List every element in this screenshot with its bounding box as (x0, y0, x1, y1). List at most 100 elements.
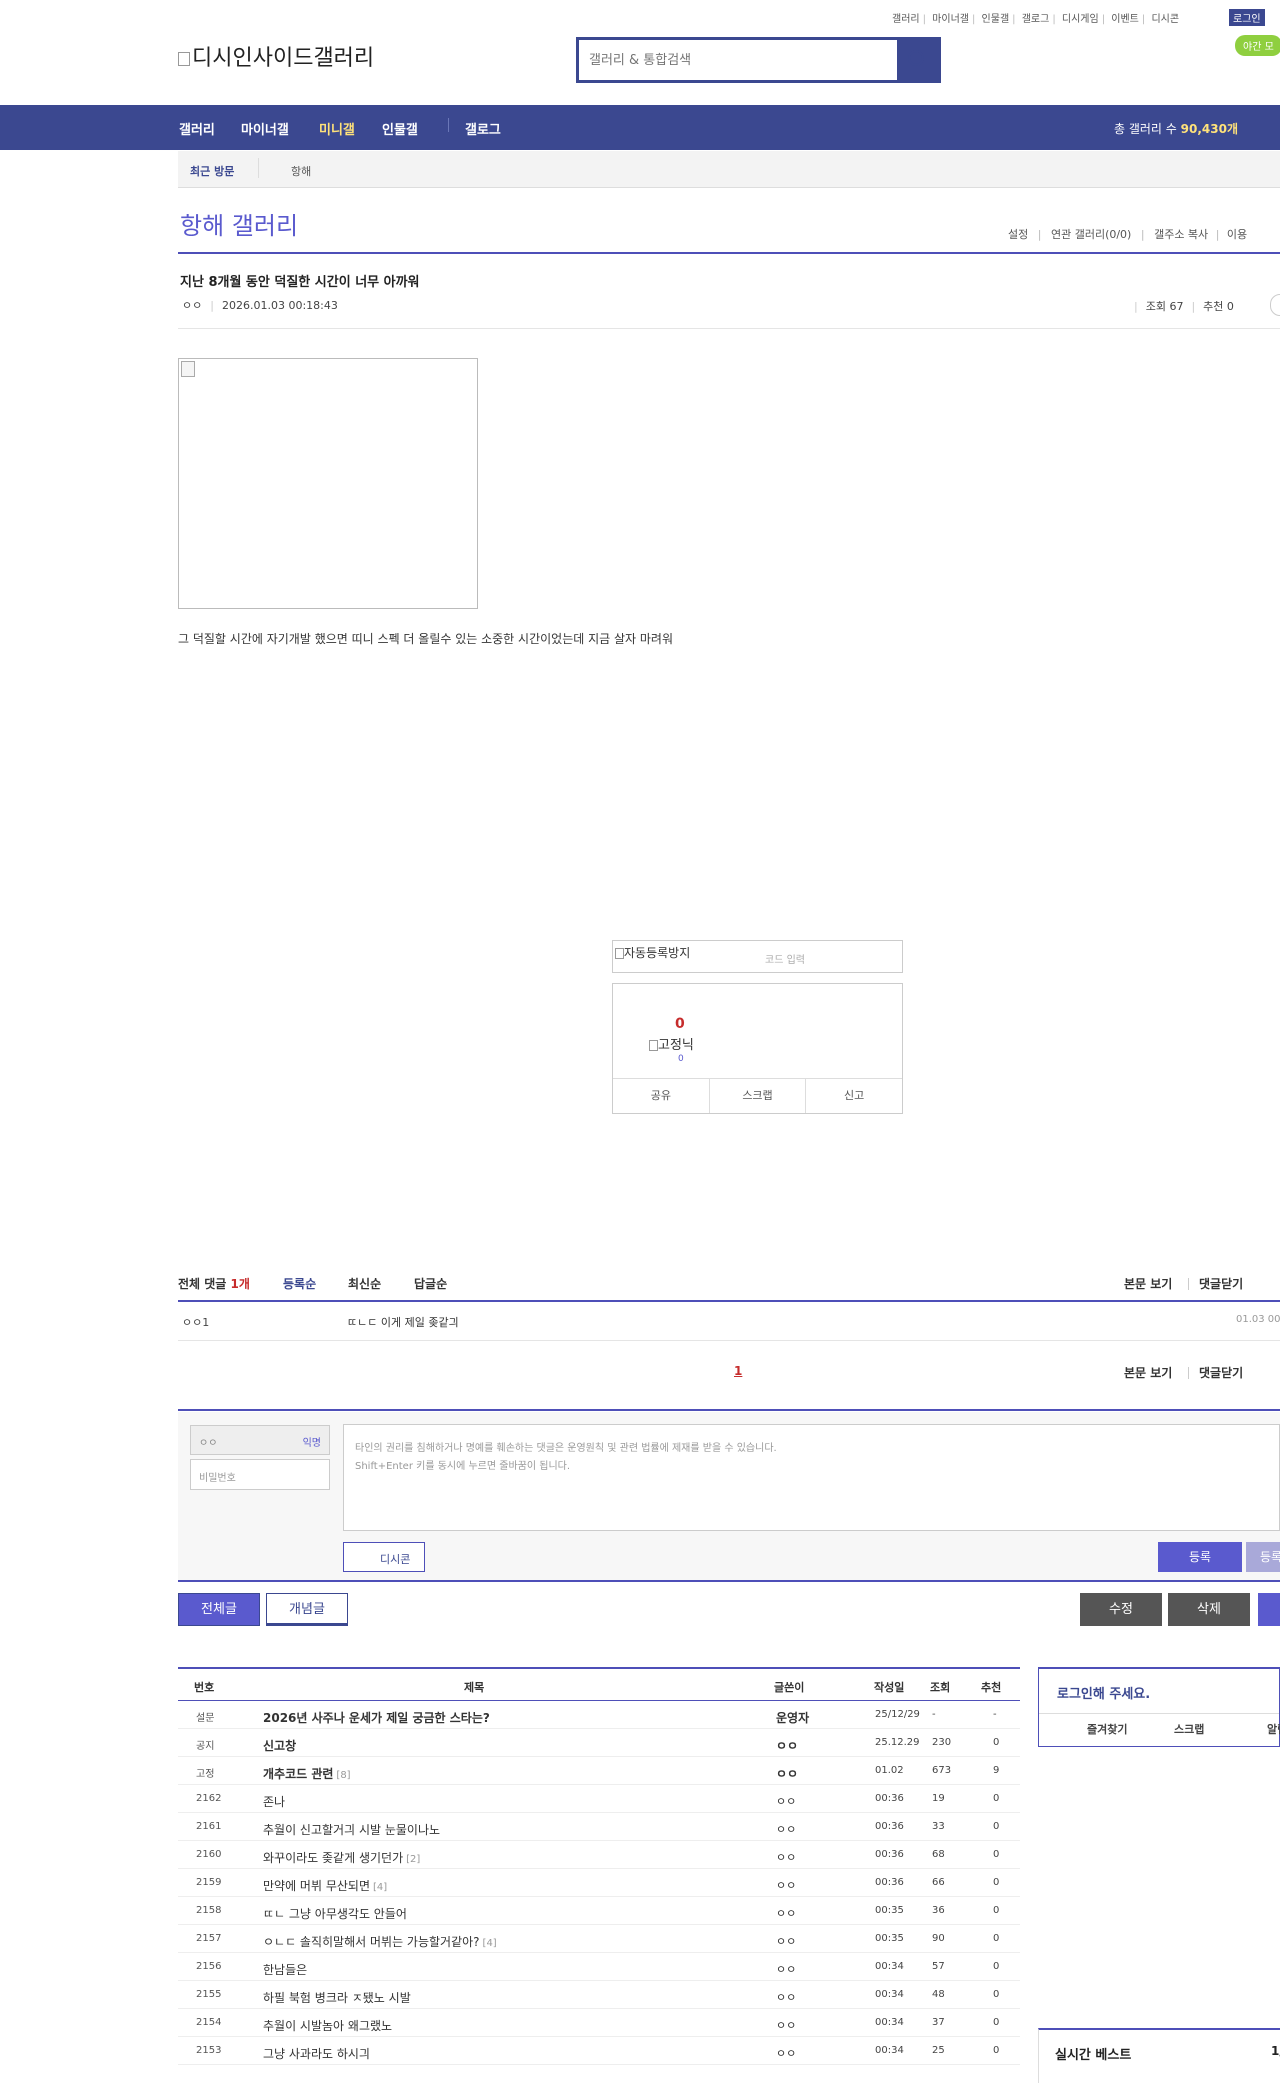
favorites-link[interactable]: 즐겨찾기 (1087, 1721, 1127, 1737)
table-row[interactable]: 공지 신고창 ㅇㅇ 25.12.29 230 0 (178, 1729, 1020, 1757)
table-row[interactable]: 2156 한남들은 ㅇㅇ 00:34 57 0 (178, 1953, 1020, 1981)
row-author[interactable]: ㅇㅇ (776, 2045, 796, 2061)
top-menu-gallog[interactable]: 갤로그 (1022, 14, 1050, 25)
row-title[interactable]: 개추코드 관련 [8] (263, 1765, 351, 1782)
nav-minor[interactable]: 마이너갤 (241, 119, 289, 138)
row-author[interactable]: ㅇㅇ (776, 2017, 796, 2033)
row-author[interactable]: ㅇㅇ (776, 1737, 798, 1754)
post-author[interactable]: ㅇㅇ (182, 299, 202, 312)
row-title-text: 신고창 (263, 1739, 297, 1753)
settings-link[interactable]: 설정 (1008, 228, 1028, 241)
row-author[interactable]: ㅇㅇ (776, 1961, 796, 1977)
row-title[interactable]: 그냥 사과라도 하시긔 (263, 2045, 373, 2062)
table-row[interactable]: 2158 ㄸㄴ 그냥 아무생각도 안들어 ㅇㅇ 00:35 36 0 (178, 1897, 1020, 1925)
row-author[interactable]: ㅇㅇ (776, 1905, 796, 1921)
nav-mini[interactable]: 미니갤 (319, 119, 355, 138)
comment-author[interactable]: ㅇㅇ1 (182, 1314, 209, 1330)
row-comment-count[interactable]: [4] (483, 1938, 497, 1949)
sort-registered[interactable]: 등록순 (283, 1275, 316, 1292)
write-button[interactable] (1258, 1593, 1280, 1626)
table-row[interactable]: 2155 하필 북험 병크라 ㅈ됐노 시발 ㅇㅇ 00:34 48 0 (178, 1981, 1020, 2009)
row-title[interactable]: 한남들은 (263, 1961, 310, 1978)
row-author[interactable]: 운영자 (776, 1709, 809, 1726)
row-title[interactable]: 추월이 시발놈아 왜그랬노 (263, 2017, 395, 2034)
comment-textarea[interactable]: 타인의 권리를 침해하거나 명예를 훼손하는 댓글은 운영원칙 및 관련 법률에… (343, 1424, 1280, 1531)
table-row[interactable]: 고정 개추코드 관련 [8] ㅇㅇ 01.02 673 9 (178, 1757, 1020, 1785)
view-body-link[interactable]: 본문 보기 (1124, 1275, 1172, 1292)
row-title[interactable]: 와꾸이라도 좆같게 생기던가 [2] (263, 1849, 420, 1866)
row-author[interactable]: ㅇㅇ (776, 1877, 796, 1893)
sort-replies[interactable]: 답글순 (414, 1275, 447, 1292)
row-author[interactable]: ㅇㅇ (776, 1989, 796, 2005)
login-prompt[interactable]: 로그인해 주세요. (1057, 1683, 1150, 1702)
row-title[interactable]: 존나 (263, 1793, 288, 1810)
close-comments-link[interactable]: 댓글닫기 (1199, 1275, 1243, 1292)
top-menu-person[interactable]: 인물갤 (982, 14, 1010, 25)
edit-button[interactable]: 수정 (1080, 1593, 1162, 1626)
nav-person[interactable]: 인물갤 (382, 119, 418, 138)
search-button[interactable] (897, 40, 938, 80)
table-row[interactable]: 2161 추월이 신고할거긔 시발 눈물이나노 ㅇㅇ 00:36 33 0 (178, 1813, 1020, 1841)
alarm-link[interactable]: 알림 (1267, 1721, 1280, 1737)
row-author[interactable]: ㅇㅇ (776, 1765, 798, 1782)
row-title[interactable]: 추월이 신고할거긔 시발 눈물이나노 (263, 1821, 443, 1838)
night-mode-button[interactable]: 야간 모 (1235, 35, 1280, 56)
row-title[interactable]: ㄸㄴ 그냥 아무생각도 안들어 (263, 1905, 410, 1922)
delete-button[interactable]: 삭제 (1168, 1593, 1250, 1626)
row-title[interactable]: 하필 북험 병크라 ㅈ됐노 시발 (263, 1989, 414, 2006)
table-row[interactable]: 설문 2026년 사주나 운세가 제일 궁금한 스타는? 운영자 25/12/29 - - (178, 1701, 1020, 1729)
scrap-button[interactable]: 스크랩 (710, 1079, 807, 1113)
top-menu-gallery[interactable]: 갤러리 (892, 14, 920, 25)
row-author[interactable]: ㅇㅇ (776, 1821, 796, 1837)
password-field[interactable]: 비밀번호 (190, 1459, 330, 1490)
row-title[interactable]: 2026년 사주나 운세가 제일 궁금한 스타는? (263, 1709, 493, 1726)
row-comment-count[interactable]: [2] (406, 1854, 420, 1865)
post-stats: | 조회 67 | 추천 0 (1134, 300, 1234, 313)
row-author[interactable]: ㅇㅇ (776, 1933, 796, 1949)
all-posts-button[interactable]: 전체글 (178, 1593, 260, 1626)
top-menu-event[interactable]: 이벤트 (1111, 14, 1139, 25)
gallery-title[interactable]: 항해 갤러리 (180, 206, 298, 241)
login-button[interactable]: 로그인 (1229, 9, 1265, 26)
close-comments-link-bottom[interactable]: 댓글닫기 (1199, 1364, 1243, 1381)
share-icon[interactable] (1270, 294, 1280, 316)
row-title[interactable]: 만약에 머뷔 무산되면 [4] (263, 1877, 387, 1894)
comment-page-1[interactable]: 1 (734, 1364, 742, 1378)
share-button[interactable]: 공유 (613, 1079, 710, 1113)
search-input[interactable] (579, 40, 897, 80)
top-menu-dccon[interactable]: 디시콘 (1151, 14, 1179, 25)
sort-latest[interactable]: 최신순 (348, 1275, 381, 1292)
usage-link[interactable]: 이용 (1227, 228, 1247, 241)
realtime-best-page[interactable]: 1/ (1271, 2044, 1280, 2058)
report-button[interactable]: 신고 (806, 1079, 902, 1113)
dccon-button[interactable]: 디시콘 (343, 1542, 425, 1572)
row-comment-count[interactable]: [8] (336, 1770, 350, 1781)
post-image[interactable] (178, 358, 478, 609)
recent-visit-item[interactable]: 항해 (291, 163, 311, 179)
table-row[interactable]: 2162 존나 ㅇㅇ 00:36 19 0 (178, 1785, 1020, 1813)
copy-address-link[interactable]: 갤주소 복사 (1154, 228, 1208, 241)
best-posts-button[interactable]: 개념글 (266, 1593, 348, 1626)
table-row[interactable]: 2153 그냥 사과라도 하시긔 ㅇㅇ 00:34 25 0 (178, 2037, 1020, 2065)
row-author[interactable]: ㅇㅇ (776, 1849, 796, 1865)
nav-gallery[interactable]: 갤러리 (179, 119, 215, 138)
table-row[interactable]: 2159 만약에 머뷔 무산되면 [4] ㅇㅇ 00:36 66 0 (178, 1869, 1020, 1897)
submit-comment-button-2[interactable]: 등록 (1246, 1542, 1280, 1572)
row-comment-count[interactable]: [4] (373, 1882, 387, 1893)
logo[interactable]: 디시인사이드갤러리 (178, 40, 374, 72)
table-row[interactable]: 2157 ㅇㄴㄷ 솔직히말해서 머뷔는 가능할거같아? [4] ㅇㅇ 00:35 90 0 (178, 1925, 1020, 1953)
table-row[interactable]: 2154 추월이 시발놈아 왜그랬노 ㅇㅇ 00:34 37 0 (178, 2009, 1020, 2037)
submit-comment-button[interactable]: 등록 (1158, 1542, 1242, 1572)
row-title[interactable]: 신고창 (263, 1737, 299, 1754)
row-author[interactable]: ㅇㅇ (776, 1793, 796, 1809)
top-menu-minor[interactable]: 마이너갤 (932, 14, 969, 25)
scrap-link[interactable]: 스크랩 (1174, 1721, 1204, 1737)
view-body-link-bottom[interactable]: 본문 보기 (1124, 1364, 1172, 1381)
related-gallery-link[interactable]: 연관 갤러리(0/0) (1051, 228, 1131, 241)
row-title[interactable]: ㅇㄴㄷ 솔직히말해서 머뷔는 가능할거같아? [4] (263, 1933, 497, 1950)
nav-gallog[interactable]: 갤로그 (465, 119, 501, 138)
recommend-count[interactable]: 0 (675, 1016, 685, 1032)
top-menu-game[interactable]: 디시게임 (1062, 14, 1099, 25)
table-row[interactable]: 2160 와꾸이라도 좆같게 생기던가 [2] ㅇㅇ 00:36 68 0 (178, 1841, 1020, 1869)
captcha-input[interactable]: 코드 입력 (765, 951, 805, 966)
